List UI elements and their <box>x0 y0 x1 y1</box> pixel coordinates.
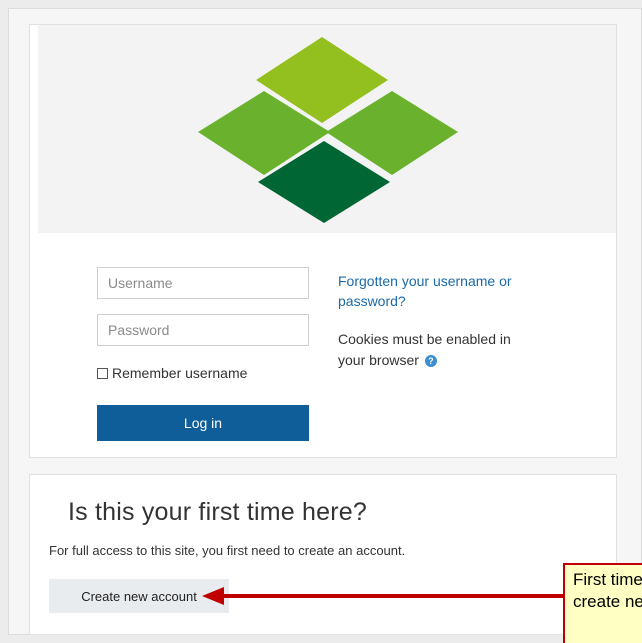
remember-username-checkbox[interactable] <box>97 367 108 379</box>
login-card: Remember username Log in Forgotten your … <box>29 24 617 458</box>
annotation-callout: First time in create new <box>563 563 642 643</box>
signup-title: Is this your first time here? <box>68 498 367 526</box>
username-input[interactable] <box>97 267 309 299</box>
signup-description: For full access to this site, you first … <box>49 543 406 558</box>
cookies-notice: Cookies must be enabled in your browser … <box>338 329 538 371</box>
callout-line-1: First time in <box>573 570 642 589</box>
callout-line-2: create new <box>573 592 642 611</box>
help-icon[interactable]: ? <box>424 355 437 368</box>
pointer-arrow-icon <box>202 587 563 605</box>
logo-area <box>38 25 616 233</box>
password-input[interactable] <box>97 314 309 346</box>
signup-card: Is this your first time here? For full a… <box>29 474 617 635</box>
remember-username-row[interactable]: Remember username <box>97 365 247 381</box>
forgot-password-link[interactable]: Forgotten your username or password? <box>338 271 538 311</box>
site-logo <box>198 37 458 223</box>
remember-username-label: Remember username <box>112 365 248 381</box>
login-button[interactable]: Log in <box>97 405 309 441</box>
